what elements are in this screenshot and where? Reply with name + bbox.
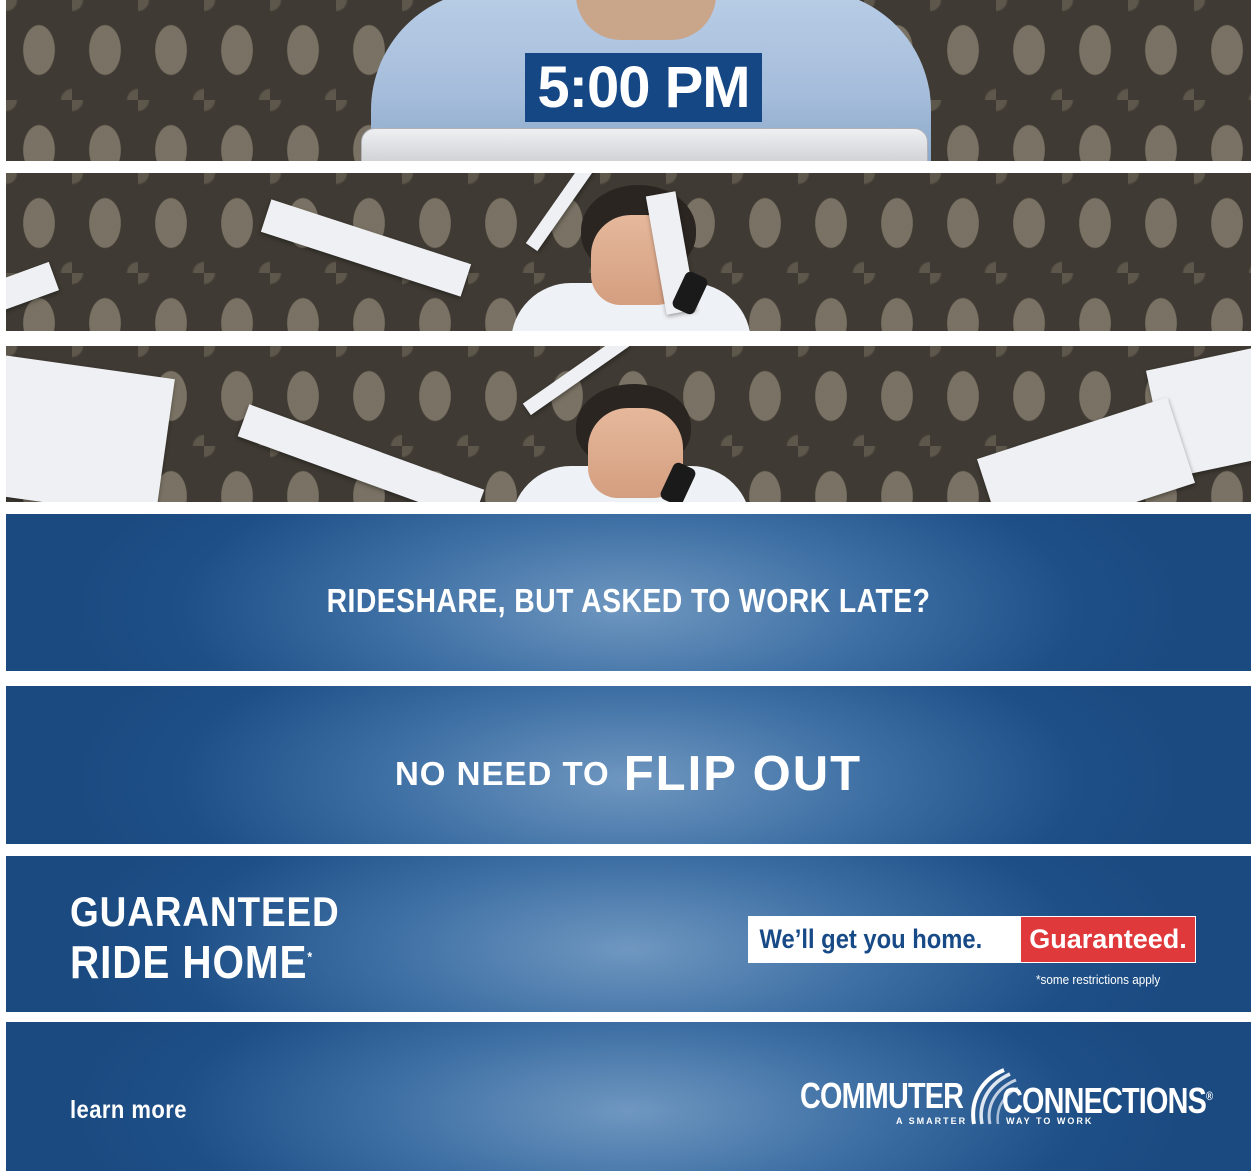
photo-panel-clock: 5:00 PM [6,0,1251,161]
disclaimer-text: *some restrictions apply [1036,972,1161,987]
laptop-figure [361,128,928,161]
flip-out-lead: NO NEED TO [394,755,610,792]
question-headline: RIDESHARE, BUT ASKED TO WORK LATE? [326,582,931,619]
flying-paper [976,397,1196,502]
asterisk-mark: * [307,948,314,965]
program-title-line1: GUARANTEED [70,888,340,935]
program-title-line2: RIDE HOME* [70,936,340,989]
flying-paper [260,199,472,297]
flying-paper [6,261,60,315]
guarantee-tagline: We’ll get you home. Guaranteed. [748,916,1196,963]
registered-mark: ® [1206,1089,1213,1103]
flying-paper [237,404,485,502]
footer-panel: learn more COMMUTER CONNECTIONS® A SMART… [6,1022,1251,1171]
logo-strapline-1: A SMARTER [896,1116,968,1126]
photo-panel-frustrated [6,173,1251,331]
logo-word-connections: CONNECTIONS® [1002,1078,1213,1121]
program-title: GUARANTEED RIDE HOME* [70,888,340,989]
flip-out-panel: NO NEED TO FLIP OUT [6,686,1251,844]
flying-paper [6,354,175,502]
logo-strapline-2: WAY TO WORK [1006,1116,1094,1126]
clock-label: 5:00 PM [525,53,762,122]
photo-panel-papers [6,346,1251,502]
guaranteed-ride-home-panel: GUARANTEED RIDE HOME* We’ll get you home… [6,856,1251,1012]
learn-more-link[interactable]: learn more [70,1096,187,1125]
logo-word-connections-text: CONNECTIONS [1002,1080,1207,1121]
logo-word-commuter: COMMUTER [800,1075,964,1116]
tagline-left: We’ll get you home. [759,924,983,954]
flip-out-headline: NO NEED TO FLIP OUT [6,746,1251,802]
program-title-line2-text: RIDE HOME [70,936,308,989]
commuter-connections-logo[interactable]: COMMUTER CONNECTIONS® A SMARTER WAY TO W… [800,1064,1213,1136]
question-panel: RIDESHARE, BUT ASKED TO WORK LATE? [6,514,1251,671]
flip-out-emphasis: FLIP OUT [623,747,863,801]
tagline-right: Guaranteed. [1021,917,1195,962]
